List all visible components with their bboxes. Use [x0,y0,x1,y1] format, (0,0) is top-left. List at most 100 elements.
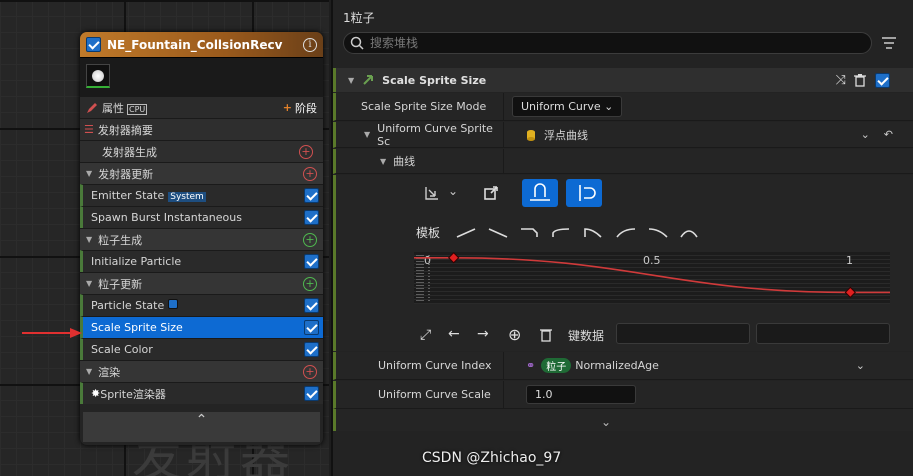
add-module-icon[interactable]: + [303,166,317,181]
index-binding[interactable]: 粒子 NormalizedAge [541,358,856,373]
node-graph-canvas[interactable]: 发射器 NE_Fountain_CollsionRecv i 属性 CPU + 阶段… [0,0,329,476]
delete-key-icon[interactable] [540,328,552,342]
stage-button[interactable]: 阶段 [295,100,317,116]
preset-dropdown-icon[interactable]: ⌄ [448,184,458,198]
info-icon[interactable]: i [303,37,317,52]
stage-row[interactable]: ▼ 粒子生成 + [80,228,323,250]
module-enable-checkbox[interactable] [304,320,319,335]
module-row[interactable]: Emitter State System [80,184,323,206]
list-icon: ☰ [84,123,94,136]
stage-row[interactable]: 发射器生成 + [80,140,323,162]
module-row[interactable]: Scale Color [80,338,323,360]
module-enable-checkbox[interactable] [304,188,319,203]
expand-module-icon[interactable]: ⌄ [601,415,611,429]
stage-row[interactable]: ▼ 渲染 + [80,360,323,382]
module-row[interactable]: Initialize Particle [80,250,323,272]
emitter-enable-checkbox[interactable] [86,37,101,52]
module-enable-checkbox[interactable] [304,298,319,313]
collapse-icon[interactable]: ▼ [348,76,354,85]
previous-key-icon[interactable]: ← [448,326,460,342]
index-value: NormalizedAge [575,359,659,372]
fit-horizontal-button[interactable] [522,179,558,207]
collapse-icon[interactable]: ▼ [86,235,92,244]
module-row[interactable]: ✸ Sprite渲染器 [80,382,323,404]
curve-dropdown-icon[interactable]: ⌄ [861,128,870,141]
template-step-up-icon [552,228,570,237]
add-module-icon[interactable]: + [303,364,317,379]
annotation-arrow [22,328,82,338]
curve-key-0[interactable] [448,252,460,264]
y-axis-ticks [416,254,430,302]
module-row[interactable]: Particle State [80,294,323,316]
row-label: 粒子更新 [98,277,143,291]
scale-input[interactable]: 1.0 [526,385,636,404]
fit-vertical-icon [579,185,596,201]
add-module-icon[interactable]: + [303,232,317,247]
template-step-down-icon [521,228,538,237]
collapse-icon[interactable]: ▼ [86,279,92,288]
search-input[interactable] [370,36,850,50]
reset-icon[interactable]: ↶ [884,128,893,141]
curve-sub-row: ▼ 曲线 [333,149,913,174]
index-row: Uniform Curve Index ⚭ 粒子 NormalizedAge ⌄ [333,352,913,380]
fit-horizontal-icon [530,183,550,201]
add-module-icon[interactable]: + [303,276,317,291]
add-stage-icon[interactable]: + [283,101,292,114]
row-label: Initialize Particle [91,255,182,268]
stage-row[interactable]: ☰ 发射器摘要 [80,118,323,140]
module-enable-checkbox[interactable] [304,210,319,225]
search-box[interactable] [343,32,872,54]
row-label: Sprite渲染器 [100,387,166,401]
row-label: 粒子生成 [98,233,143,247]
module-header[interactable]: ▼ Scale Sprite Size ⤨ [333,68,913,92]
module-enable-checkbox[interactable] [304,342,319,357]
sphere-icon [92,69,104,82]
module-enable-checkbox[interactable] [875,72,890,88]
filter-icon[interactable] [881,35,897,51]
module-row[interactable]: Scale Sprite Size [80,316,323,338]
curve-label-cell: ▼ Uniform Curve Sprite Sc [336,122,504,148]
stage-row[interactable]: ▼ 发射器更新 + [80,162,323,184]
trash-icon[interactable] [854,73,866,87]
mode-dropdown[interactable]: Uniform Curve ⌄ [512,96,623,117]
open-external-icon[interactable] [484,186,498,200]
emitter-node[interactable]: NE_Fountain_CollsionRecv i 属性 CPU + 阶段 ☰ 发射… [80,32,323,445]
row-label: 渲染 [98,365,121,379]
curve-caret-icon[interactable]: ▼ [364,130,370,139]
curve-editor: ⌄ 模板 0 0.5 1 ⤢ ← → ⊕ 键数据 [333,175,913,351]
key-time-field[interactable] [616,323,750,344]
module-icon [363,75,374,85]
curve-sub-caret-icon[interactable]: ▼ [380,157,386,166]
row-label: 发射器摘要 [97,123,153,137]
collapse-icon[interactable]: ▼ [86,367,92,376]
collapse-icon[interactable]: ▼ [86,169,92,178]
fit-vertical-button[interactable] [566,179,602,207]
mode-row: Scale Sprite Size Mode Uniform Curve ⌄ [333,93,913,121]
template-linear-up-icon [456,228,476,238]
emitter-thumbnail[interactable] [86,64,110,88]
stage-row[interactable]: ▼ 粒子更新 + [80,272,323,294]
emitter-node-header[interactable]: NE_Fountain_CollsionRecv i [80,32,323,58]
key-value-field[interactable] [756,323,890,344]
panel-title: 1粒子 [343,11,375,25]
module-enable-checkbox[interactable] [304,254,319,269]
index-dropdown-icon[interactable]: ⌄ [856,359,865,372]
node-footer[interactable]: ⌃ [83,412,320,442]
curve-preset-icon[interactable] [423,184,443,202]
module-enable-checkbox[interactable] [304,386,319,401]
curve-plot[interactable]: 0 0.5 1 [414,252,890,304]
module-row[interactable]: Spawn Burst Instantaneous [80,206,323,228]
curve-graph[interactable]: 0 0.5 1 [414,252,890,304]
next-key-icon[interactable]: → [477,326,489,342]
particle-state-indicator [168,299,179,309]
particle-badge: 粒子 [541,358,572,373]
expand-icon[interactable]: ⤢ [420,327,431,343]
shuffle-icon[interactable]: ⤨ [836,73,846,88]
curve-key-1[interactable] [844,286,856,299]
x-tick-0.5: 0.5 [643,254,661,267]
attributes-row[interactable]: 属性 CPU + 阶段 [80,96,323,118]
add-key-icon[interactable]: ⊕ [508,325,521,344]
template-bell-icon [680,230,698,238]
search-icon [350,36,364,50]
add-module-icon[interactable]: + [299,144,313,159]
